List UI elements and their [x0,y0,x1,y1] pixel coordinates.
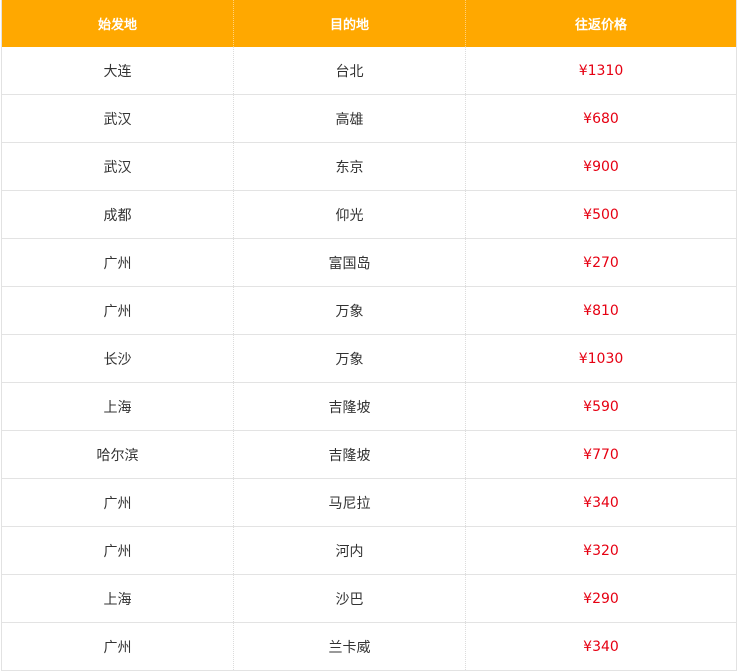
destination-cell: 吉隆坡 [234,431,466,478]
price-cell: ¥340 [583,638,619,655]
destination-cell: 吉隆坡 [234,383,466,430]
price-cell: ¥1030 [578,350,624,367]
table-row: 哈尔滨 吉隆坡 ¥770 [2,431,736,479]
origin-cell: 广州 [2,527,234,574]
destination-cell: 台北 [234,47,466,94]
origin-cell: 成都 [2,191,234,238]
price-cell: ¥590 [583,398,619,415]
table-row: 成都 仰光 ¥500 [2,191,736,239]
header-origin: 始发地 [2,0,234,47]
origin-cell: 武汉 [2,95,234,142]
price-cell: ¥500 [583,206,619,223]
table-header: 始发地 目的地 往返价格 [2,0,736,47]
origin-cell: 大连 [2,47,234,94]
table-row: 长沙 万象 ¥1030 [2,335,736,383]
origin-cell: 哈尔滨 [2,431,234,478]
destination-cell: 富国岛 [234,239,466,286]
table-row: 广州 兰卡威 ¥340 [2,623,736,671]
destination-cell: 东京 [234,143,466,190]
price-cell: ¥1310 [578,62,624,79]
origin-cell: 上海 [2,383,234,430]
table-row: 广州 马尼拉 ¥340 [2,479,736,527]
origin-cell: 广州 [2,239,234,286]
destination-cell: 高雄 [234,95,466,142]
origin-cell: 上海 [2,575,234,622]
table-row: 上海 吉隆坡 ¥590 [2,383,736,431]
flight-price-table: 始发地 目的地 往返价格 大连 台北 ¥1310 武汉 高雄 ¥680 武汉 东… [1,0,737,671]
table-row: 广州 万象 ¥810 [2,287,736,335]
price-cell: ¥290 [583,590,619,607]
origin-cell: 广州 [2,287,234,334]
table-row: 武汉 东京 ¥900 [2,143,736,191]
origin-cell: 长沙 [2,335,234,382]
origin-cell: 广州 [2,623,234,670]
table-row: 上海 沙巴 ¥290 [2,575,736,623]
destination-cell: 万象 [234,335,466,382]
table-row: 武汉 高雄 ¥680 [2,95,736,143]
header-destination: 目的地 [234,0,466,47]
table-row: 广州 富国岛 ¥270 [2,239,736,287]
destination-cell: 河内 [234,527,466,574]
price-cell: ¥810 [583,302,619,319]
header-price: 往返价格 [574,18,627,33]
price-cell: ¥680 [583,110,619,127]
destination-cell: 马尼拉 [234,479,466,526]
destination-cell: 万象 [234,287,466,334]
price-cell: ¥320 [583,542,619,559]
price-cell: ¥900 [583,158,619,175]
price-cell: ¥270 [583,254,619,271]
table-row: 广州 河内 ¥320 [2,527,736,575]
destination-cell: 仰光 [234,191,466,238]
destination-cell: 沙巴 [234,575,466,622]
destination-cell: 兰卡威 [234,623,466,670]
table-row: 大连 台北 ¥1310 [2,47,736,95]
origin-cell: 武汉 [2,143,234,190]
price-cell: ¥770 [583,446,619,463]
price-cell: ¥340 [583,494,619,511]
origin-cell: 广州 [2,479,234,526]
